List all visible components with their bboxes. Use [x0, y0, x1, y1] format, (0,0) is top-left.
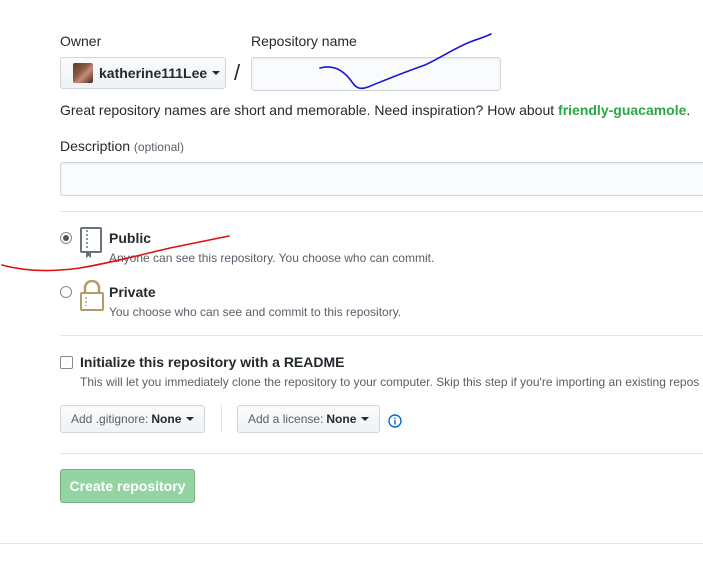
chevron-down-icon [361, 417, 370, 421]
private-note: You choose who can see and commit to thi… [109, 305, 402, 319]
repository-name-label: Repository name [251, 33, 357, 49]
repository-name-hint: Great repository names are short and mem… [60, 102, 690, 118]
readme-note: This will let you immediately clone the … [80, 375, 700, 389]
info-icon[interactable] [388, 414, 402, 428]
lock-icon [80, 280, 104, 311]
private-radio[interactable] [60, 286, 72, 298]
license-label: Add a license: [248, 412, 324, 426]
footer-divider [0, 543, 703, 544]
owner-select-button[interactable]: katherine111Lee [60, 57, 226, 89]
chevron-down-icon [186, 417, 195, 421]
hint-prefix: Great repository names are short and mem… [60, 102, 559, 118]
name-suggestion-link[interactable]: friendly-guacamole [558, 102, 686, 118]
public-title: Public [109, 230, 152, 246]
gitignore-select-button[interactable]: Add .gitignore: None [60, 405, 206, 433]
license-value: None [326, 412, 357, 426]
owner-repo-separator: / [234, 60, 241, 85]
avatar [73, 63, 93, 83]
readme-checkbox[interactable] [60, 356, 73, 369]
public-radio[interactable] [60, 232, 72, 244]
divider [60, 453, 703, 454]
repository-name-input[interactable] [251, 57, 501, 91]
private-title: Private [109, 284, 156, 300]
readme-label: Initialize this repository with a README [80, 354, 345, 370]
description-label-text: Description [60, 138, 131, 154]
repo-book-icon [80, 227, 102, 258]
license-select-button[interactable]: Add a license: None [237, 405, 381, 433]
chevron-down-icon [212, 71, 221, 75]
divider [60, 211, 703, 212]
optional-note: (optional) [133, 140, 184, 154]
hint-suffix: . [686, 102, 691, 118]
gitignore-label: Add .gitignore: [71, 412, 149, 426]
description-label: Description (optional) [60, 138, 184, 154]
vertical-divider [221, 405, 222, 433]
public-note: Anyone can see this repository. You choo… [109, 251, 435, 265]
owner-label: Owner [60, 33, 102, 49]
radio-selected-dot [63, 235, 69, 241]
gitignore-value: None [151, 412, 182, 426]
divider [60, 335, 703, 336]
description-input[interactable] [60, 162, 703, 196]
owner-selected-name: katherine111Lee [99, 65, 208, 81]
create-repository-button[interactable]: Create repository [60, 469, 195, 503]
